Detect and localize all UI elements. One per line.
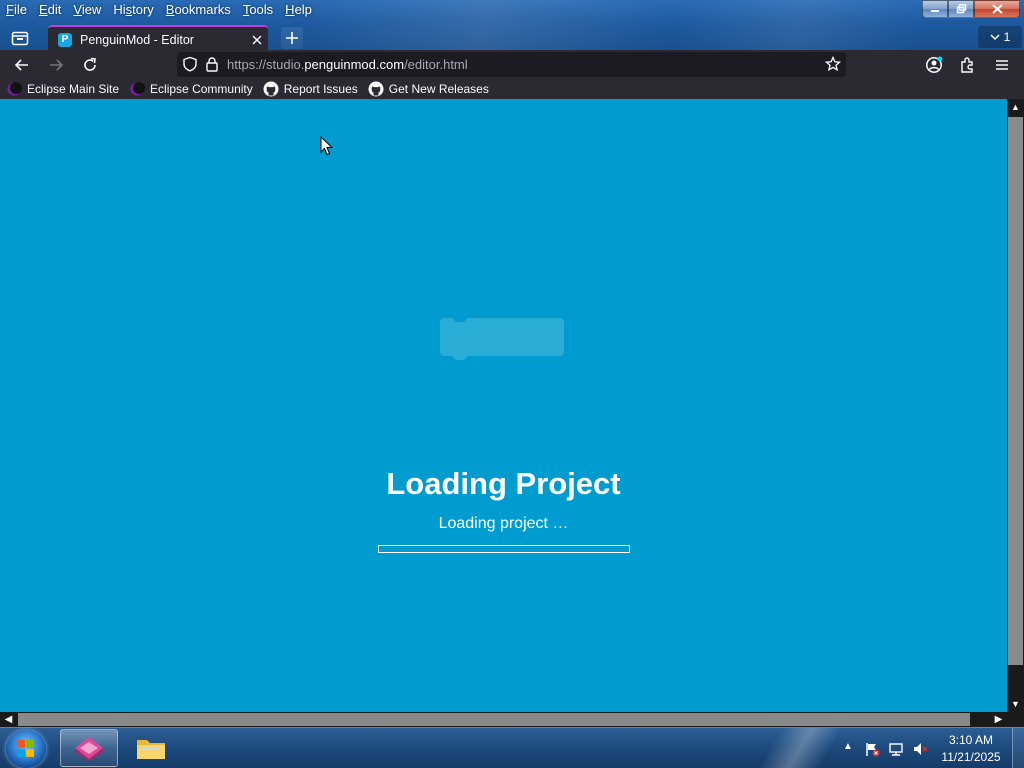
tab-strip: P PenguinMod - Editor 1: [0, 24, 1024, 52]
show-hidden-icons-button[interactable]: ▲: [840, 741, 856, 757]
github-icon: [263, 81, 279, 97]
reload-button[interactable]: [78, 53, 102, 77]
restore-icon: [956, 4, 966, 14]
eclipse-icon: [7, 82, 22, 96]
lock-icon[interactable]: [204, 56, 220, 72]
close-window-button[interactable]: [974, 0, 1020, 18]
close-icon: [991, 4, 1003, 14]
start-button[interactable]: [6, 730, 46, 768]
menu-history[interactable]: History: [107, 0, 159, 20]
new-tab-button[interactable]: [281, 27, 303, 49]
menu-bookmarks[interactable]: Bookmarks: [160, 0, 237, 20]
scroll-up-arrow-icon[interactable]: ▲: [1007, 99, 1024, 115]
address-bar[interactable]: https://studio.penguinmod.com/editor.htm…: [177, 52, 846, 77]
firefox-view-icon: [11, 31, 29, 46]
close-icon: [252, 35, 262, 44]
clock-time: 3:10 AM: [948, 732, 994, 747]
eclipse-icon: [130, 82, 146, 96]
menu-help[interactable]: Help: [279, 0, 318, 20]
tab-count: 1: [1003, 30, 1011, 44]
horizontal-scroll-thumb[interactable]: [18, 713, 970, 726]
browser-app-icon: [75, 737, 103, 761]
tracking-protection-shield-icon[interactable]: [182, 56, 198, 72]
navigation-toolbar: https://studio.penguinmod.com/editor.htm…: [0, 50, 1024, 79]
window-titlebar: File Edit View History Bookmarks Tools H…: [0, 0, 1024, 52]
tab-title: PenguinMod - Editor: [80, 32, 194, 47]
taskbar-browser-app[interactable]: [60, 729, 118, 767]
tab-penguinmod-editor[interactable]: P PenguinMod - Editor: [48, 25, 268, 52]
taskbar-file-explorer[interactable]: [122, 729, 180, 767]
show-desktop-button[interactable]: [1012, 728, 1024, 768]
menu-file[interactable]: File: [0, 0, 33, 20]
folder-icon: [137, 740, 165, 759]
github-icon: [368, 81, 384, 97]
vertical-scroll-thumb[interactable]: [1008, 117, 1023, 665]
bookmark-eclipse-community[interactable]: Eclipse Community: [129, 81, 253, 97]
back-button[interactable]: [10, 53, 34, 77]
app-menu-button[interactable]: [990, 53, 1014, 77]
firefox-view-button[interactable]: [6, 26, 34, 50]
tab-close-button[interactable]: [246, 32, 268, 48]
scrollbar-corner: [1007, 712, 1024, 727]
system-clock[interactable]: 3:10 AM 11/21/2025: [936, 732, 1006, 766]
clock-date: 11/21/2025: [941, 749, 1001, 764]
bookmark-get-new-releases[interactable]: Get New Releases: [368, 81, 489, 97]
scroll-down-arrow-icon[interactable]: ▼: [1007, 696, 1024, 712]
minimize-button[interactable]: [922, 0, 948, 18]
vertical-scrollbar[interactable]: ▲ ▼: [1007, 99, 1024, 712]
volume-muted-icon[interactable]: [912, 741, 928, 757]
window-controls: [922, 0, 1020, 18]
bookmarks-toolbar: Eclipse Main Site Eclipse Community Repo…: [0, 79, 1024, 99]
chevron-down-icon: [990, 34, 1000, 41]
system-tray: ▲ 3:10 AM 11/21/2025: [836, 728, 1024, 768]
account-icon: [926, 56, 943, 73]
horizontal-scrollbar[interactable]: ◀ ▶: [0, 712, 1007, 727]
page-content: Loading Project Loading project …: [0, 99, 1007, 712]
bookmark-eclipse-main-site[interactable]: Eclipse Main Site: [6, 81, 119, 97]
bookmark-report-issues[interactable]: Report Issues: [263, 81, 358, 97]
restore-button[interactable]: [948, 0, 974, 18]
windows-taskbar: ▲ 3:10 AM 11/21/2025: [0, 727, 1024, 768]
arrow-right-icon: [50, 59, 64, 71]
loading-progress-bar: [378, 545, 630, 553]
forward-button[interactable]: [44, 53, 68, 77]
menu-view[interactable]: View: [67, 0, 107, 20]
menu-edit[interactable]: Edit: [33, 0, 67, 20]
extensions-button[interactable]: [956, 53, 980, 77]
arrow-left-icon: [14, 59, 28, 71]
url-text[interactable]: https://studio.penguinmod.com/editor.htm…: [227, 57, 468, 72]
plus-icon: [286, 32, 298, 44]
scroll-left-arrow-icon[interactable]: ◀: [0, 712, 17, 727]
loading-block-icon: [440, 318, 564, 360]
list-all-tabs-button[interactable]: 1: [978, 26, 1022, 48]
action-center-flag-icon[interactable]: [864, 741, 880, 757]
account-button[interactable]: [922, 53, 946, 77]
mouse-cursor-icon: [320, 136, 334, 156]
hamburger-menu-icon: [996, 60, 1008, 70]
menu-tools[interactable]: Tools: [237, 0, 279, 20]
star-bookmark-icon[interactable]: [825, 56, 841, 72]
network-icon[interactable]: [888, 741, 904, 757]
windows-logo-icon: [17, 740, 34, 757]
reload-icon: [84, 57, 96, 71]
loading-title: Loading Project: [386, 466, 621, 501]
scroll-right-arrow-icon[interactable]: ▶: [990, 712, 1007, 727]
loading-status: Loading project …: [438, 515, 569, 532]
menu-bar: File Edit View History Bookmarks Tools H…: [0, 0, 318, 20]
penguinmod-favicon-icon: P: [58, 32, 72, 47]
minimize-icon: [931, 10, 939, 12]
puzzle-piece-icon: [961, 57, 973, 73]
